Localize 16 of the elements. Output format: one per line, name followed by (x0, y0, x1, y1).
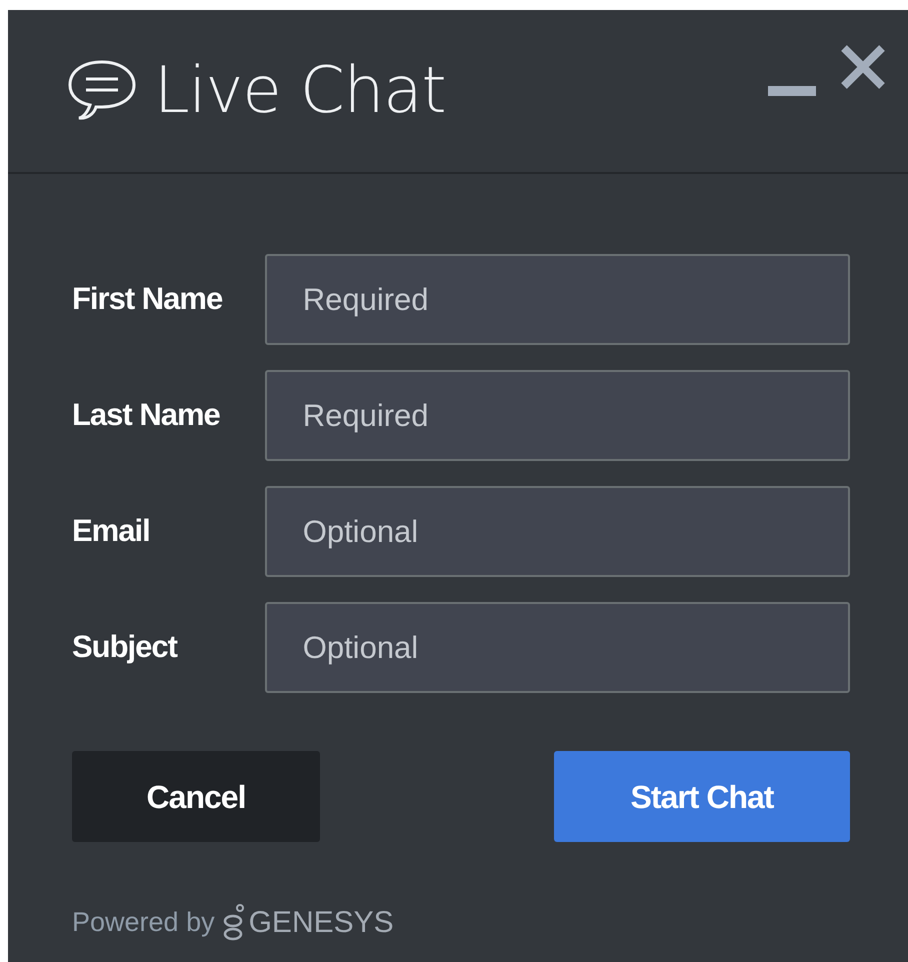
input-field[interactable]: Optional (264, 486, 850, 577)
start-chat-button[interactable]: Start Chat (554, 751, 850, 842)
cancel-button[interactable]: Cancel (72, 751, 320, 842)
brand-logo-text: GENESYS (248, 905, 394, 941)
field-label: Subject (72, 628, 178, 666)
window-title: Live Chat (154, 53, 446, 130)
minimize-icon[interactable] (768, 86, 816, 98)
input-field[interactable]: Optional (264, 602, 850, 693)
logo-icon (222, 904, 245, 942)
input-field[interactable]: Required (264, 254, 850, 345)
field-label: Email (72, 512, 151, 550)
powered-by-text: Powered by (72, 906, 215, 940)
field-label: First Name (72, 280, 224, 318)
close-icon[interactable] (840, 44, 886, 90)
field-label: Last Name (72, 396, 221, 434)
input-field[interactable]: Required (264, 370, 850, 461)
